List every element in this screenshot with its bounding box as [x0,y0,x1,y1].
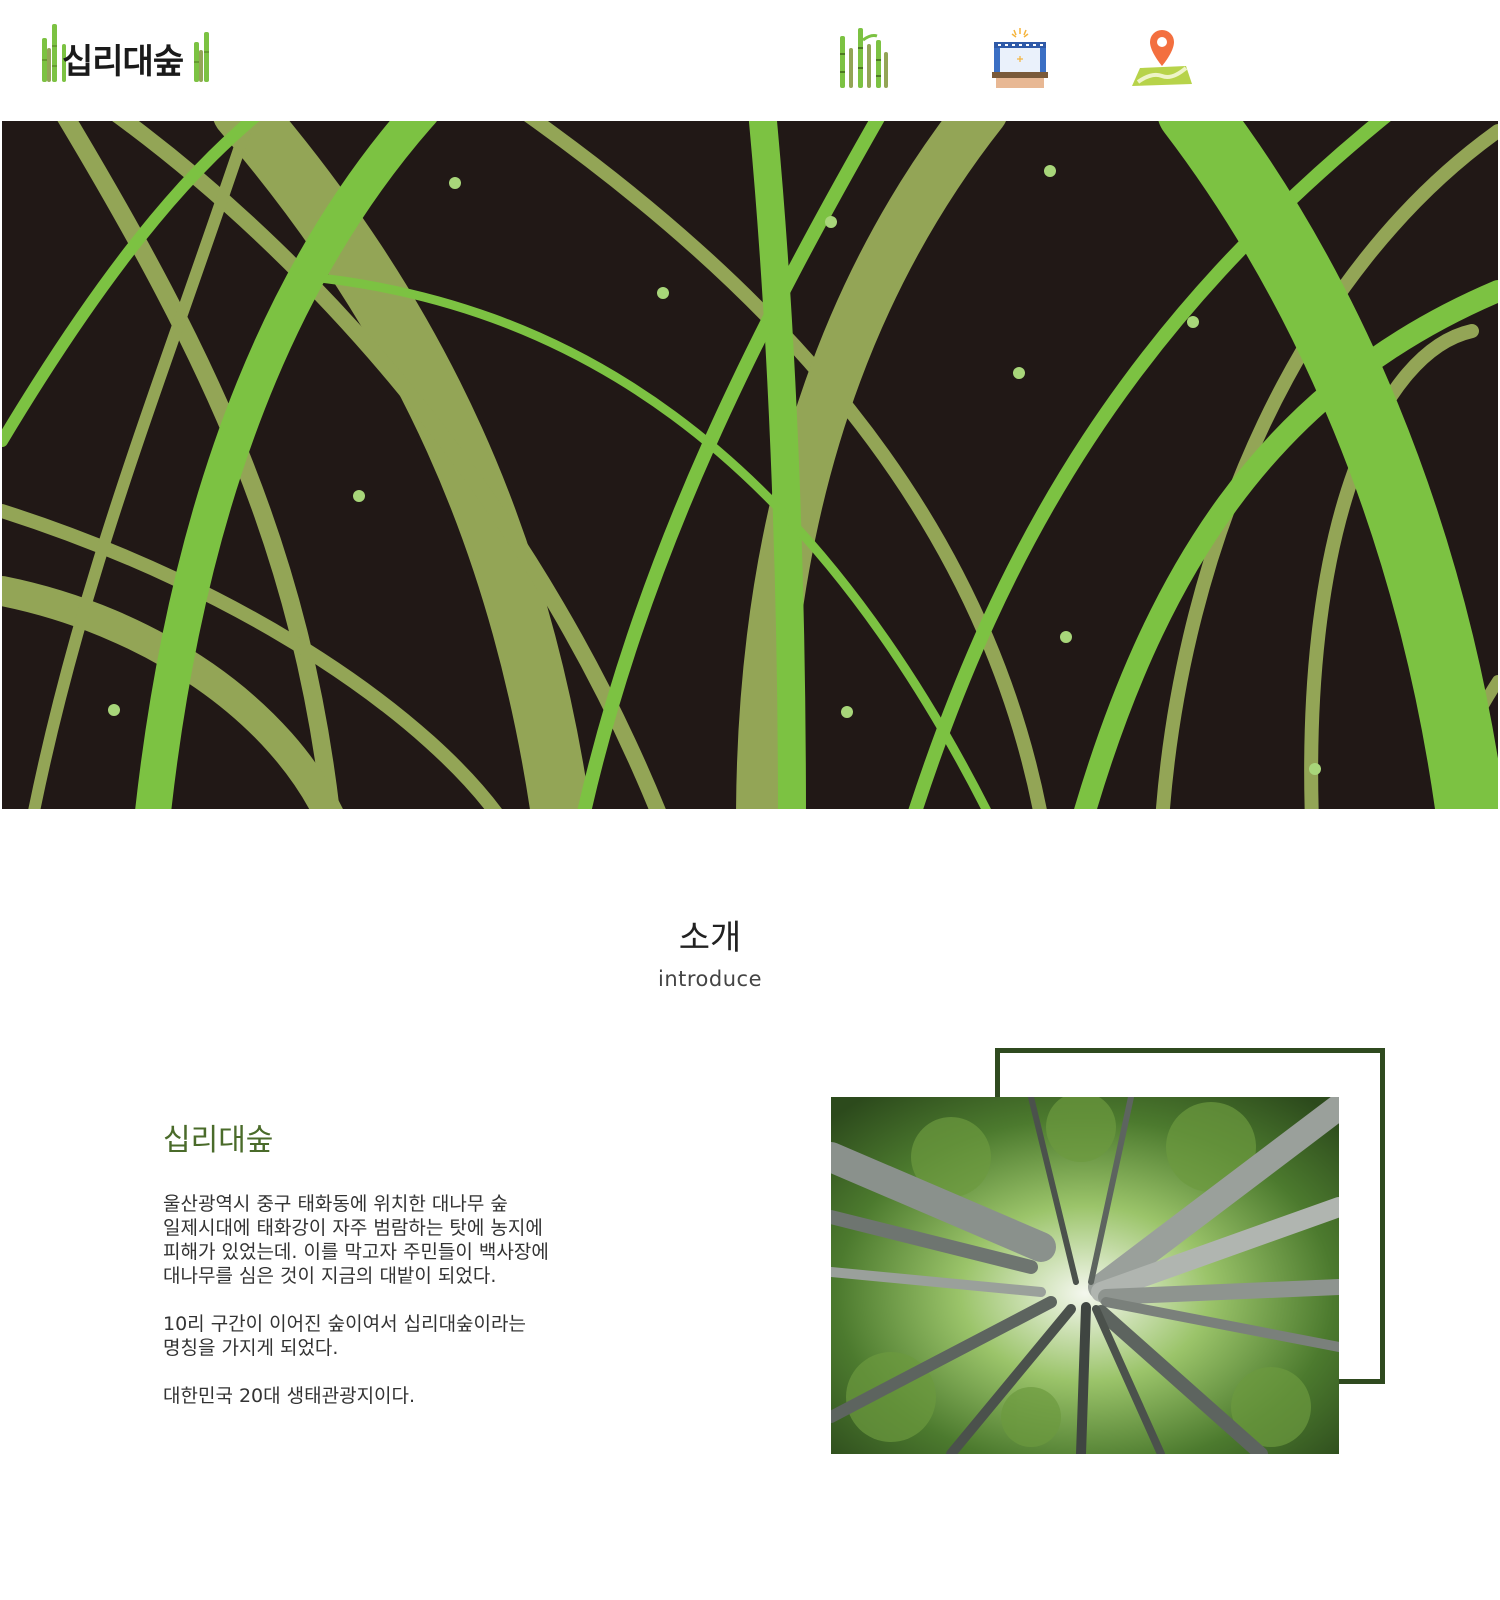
intro-paragraph: 10리 구간이 이어진 숲이여서 십리대숲이라는 명칭을 가지게 되었다. [163,1313,526,1359]
site-header: 십리대숲 [0,0,1500,120]
intro-paragraph: 울산광역시 중구 태화동에 위치한 대나무 숲 일제시대에 태화강이 자주 범람… [163,1193,549,1287]
logo-text: 십리대숲 [62,42,184,82]
section-subtitle: introduce [657,967,762,991]
section-title: 소개 [678,918,742,958]
intro-paragraph: 대한민국 20대 생태관광지이다. [163,1385,416,1407]
bamboo-canopy-image [831,1097,1339,1454]
map-location-icon [1132,30,1192,86]
intro-heading: 십리대숲 [163,1123,274,1158]
nav-bamboo-button[interactable] [832,26,896,90]
nav-festival-button[interactable] [988,26,1052,90]
bamboo-icon [840,28,888,88]
bamboo-forest-photo [831,1097,1339,1454]
intro-body: 울산광역시 중구 태화동에 위치한 대나무 숲 일제시대에 태화강이 자주 범람… [163,1192,623,1432]
festival-stage-icon [992,28,1048,88]
nav-map-button[interactable] [1130,26,1194,90]
bamboo-leaves-illustration [2,121,1498,809]
site-logo[interactable]: 십리대숲 [38,20,218,86]
hero-banner [2,121,1498,809]
